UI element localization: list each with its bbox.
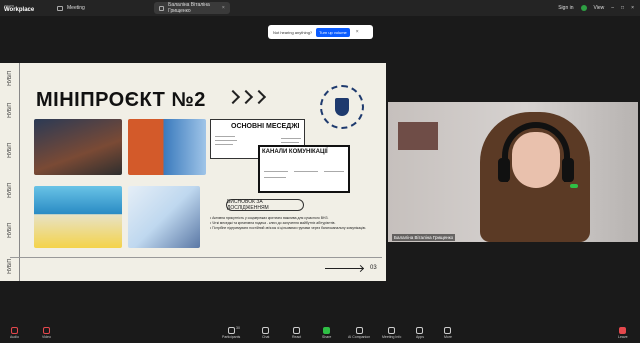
more-icon — [444, 327, 452, 334]
tab-meeting[interactable]: Meeting — [52, 2, 90, 14]
slide-image-poster — [128, 119, 206, 175]
slide-image-building — [34, 186, 122, 248]
participant-person — [480, 112, 590, 242]
info-icon — [388, 327, 396, 334]
leave-button[interactable]: Leave — [618, 327, 628, 339]
maximize-icon[interactable]: □ — [621, 5, 624, 11]
mic-muted-icon — [10, 327, 18, 334]
slide-image-campus — [34, 119, 122, 175]
video-button[interactable]: Video — [42, 327, 51, 339]
chat-button[interactable]: Chat — [262, 327, 269, 339]
participants-icon — [227, 327, 235, 334]
close-notification-icon[interactable]: × — [356, 29, 359, 35]
conclusion-bullets: Активна присутність у соцмережах критичн… — [210, 216, 382, 231]
participant-name-tag: Балаліна Віталіна Грищенко — [392, 234, 456, 241]
signin-link[interactable]: Sign in — [558, 5, 573, 11]
footer-divider — [10, 257, 382, 258]
leave-icon — [619, 327, 627, 334]
audio-notification: Not hearing anything? Turn up volume × — [268, 25, 373, 39]
screen-share-icon — [158, 5, 165, 11]
university-crest-icon — [320, 85, 364, 129]
share-button[interactable]: Share — [322, 327, 331, 339]
background-shelf — [398, 122, 438, 150]
close-window-icon[interactable]: × — [631, 5, 634, 11]
meeting-toolbar: Audio Video Participants 30 Chat React S… — [0, 325, 640, 343]
arrow-right-icon — [325, 268, 363, 269]
share-screen-icon — [323, 327, 331, 334]
shared-screen: НУБіП НУБіП НУБіП НУБіП НУБіП НУБіП МІНІ… — [0, 63, 386, 281]
ai-sparkle-icon — [355, 327, 363, 334]
app-logo: zoom Workplace — [4, 3, 35, 13]
slide-title: МІНІПРОЄКТ №2 — [36, 89, 206, 111]
participants-count: 30 — [236, 326, 240, 330]
camera-off-icon — [42, 327, 50, 334]
close-tab-icon[interactable]: × — [222, 5, 225, 11]
minimize-icon[interactable]: – — [611, 5, 614, 11]
chevron-decoration-icon — [225, 89, 267, 105]
conclusion-label: ВИСНОВОК ЗА ДОСЛІДЖЕННЯМ — [226, 199, 304, 211]
react-button[interactable]: React — [292, 327, 301, 339]
participant-video[interactable] — [388, 102, 638, 242]
apps-icon — [416, 327, 424, 334]
security-shield-icon[interactable] — [580, 5, 587, 11]
heart-icon — [293, 327, 301, 334]
ai-companion-button[interactable]: AI Companion — [348, 327, 370, 339]
slide-page-number: 03 — [370, 265, 377, 271]
tab-screen-share[interactable]: Балаліна Віталіна Грищенко × — [153, 2, 230, 14]
turn-up-volume-button[interactable]: Turn up volume — [316, 27, 350, 37]
title-bar: zoom Workplace Meeting Балаліна Віталіна… — [0, 0, 640, 16]
slide-side-stripe: НУБіП НУБіП НУБіП НУБіП НУБіП НУБіП — [0, 63, 20, 281]
audio-button[interactable]: Audio — [10, 327, 19, 339]
chat-icon — [262, 327, 270, 334]
meeting-icon — [57, 5, 63, 11]
slide-image-student — [128, 186, 200, 248]
meeting-info-button[interactable]: Meeting Info — [382, 327, 401, 339]
bullet-item: Потрібне підтримувати постійний зв'язок … — [210, 226, 382, 231]
channels-card: КАНАЛИ КОМУНІКАЦІЇ — [258, 145, 350, 193]
view-button[interactable]: View — [594, 5, 605, 11]
apps-button[interactable]: Apps — [416, 327, 424, 339]
more-button[interactable]: More — [444, 327, 452, 339]
